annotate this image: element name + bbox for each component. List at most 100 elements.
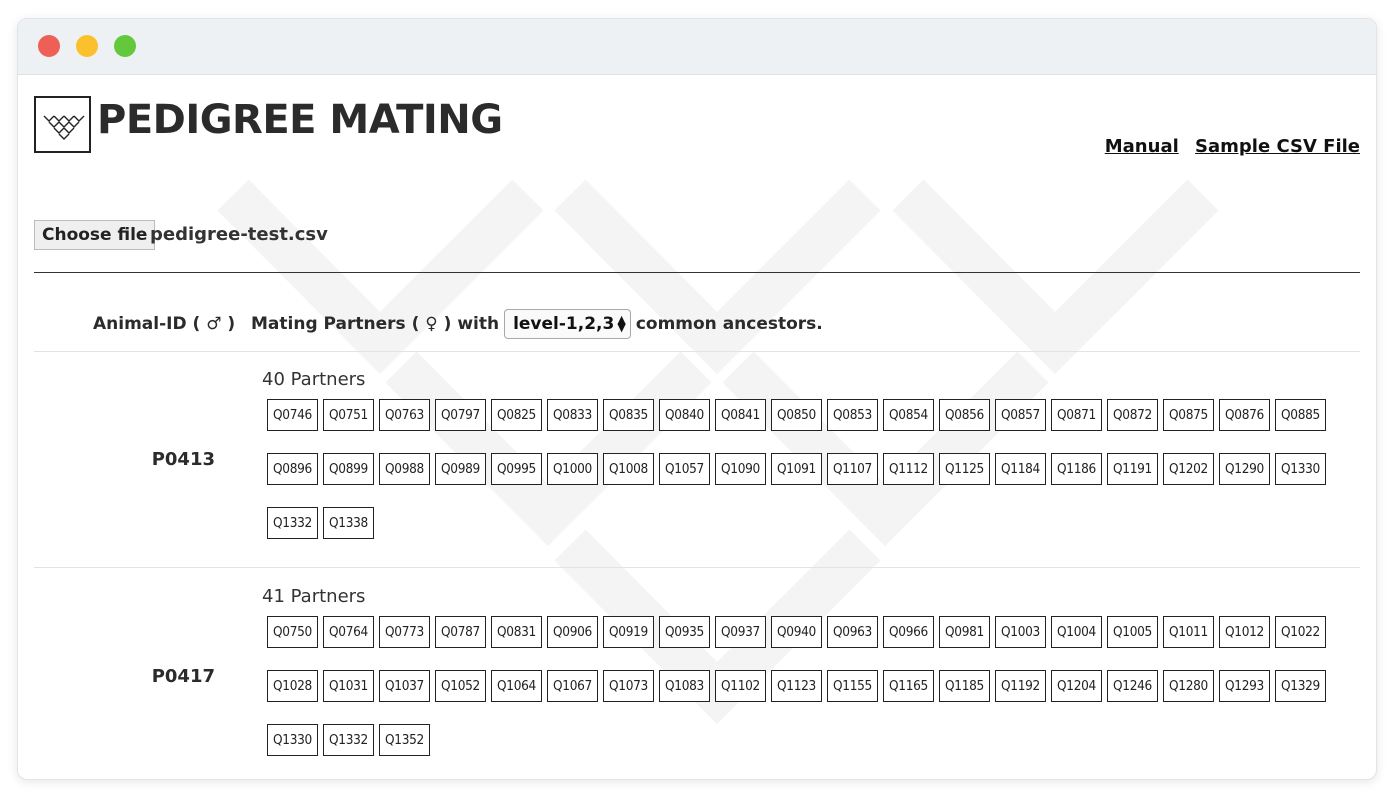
- partner-tag[interactable]: Q0787: [435, 616, 486, 648]
- partner-tag[interactable]: Q0833: [547, 399, 598, 431]
- partner-grid: Q0746 Q0751 Q0763 Q0797 Q0825 Q0833 Q0835 Q0840…: [267, 399, 1357, 539]
- partner-tag[interactable]: Q1012: [1219, 616, 1270, 648]
- partner-tag[interactable]: Q1052: [435, 670, 486, 702]
- row-separator: [34, 567, 1360, 568]
- partner-tag[interactable]: Q0857: [995, 399, 1046, 431]
- partner-tag[interactable]: Q1192: [995, 670, 1046, 702]
- partner-tag[interactable]: Q1083: [659, 670, 710, 702]
- partner-tag[interactable]: Q1352: [379, 724, 430, 756]
- header-links: Manual Sample CSV File: [1095, 136, 1360, 157]
- partner-tag[interactable]: Q1011: [1163, 616, 1214, 648]
- partner-tag[interactable]: Q1028: [267, 670, 318, 702]
- partner-tag[interactable]: Q1037: [379, 670, 430, 702]
- partner-tag[interactable]: Q1332: [267, 507, 318, 539]
- partner-tag[interactable]: Q1165: [883, 670, 934, 702]
- partner-tag[interactable]: Q1290: [1219, 453, 1270, 485]
- partners-count: 40 Partners: [262, 369, 366, 390]
- partner-tag[interactable]: Q0872: [1107, 399, 1158, 431]
- partner-tag[interactable]: Q1102: [715, 670, 766, 702]
- partner-tag[interactable]: Q1057: [659, 453, 710, 485]
- partner-tag[interactable]: Q0963: [827, 616, 878, 648]
- partner-tag[interactable]: Q0856: [939, 399, 990, 431]
- partner-tag[interactable]: Q0746: [267, 399, 318, 431]
- partner-tag[interactable]: Q1202: [1163, 453, 1214, 485]
- partner-tag[interactable]: Q1008: [603, 453, 654, 485]
- partner-tag[interactable]: Q0840: [659, 399, 710, 431]
- partner-tag[interactable]: Q1185: [939, 670, 990, 702]
- partner-tag[interactable]: Q1003: [995, 616, 1046, 648]
- partner-tag[interactable]: Q1329: [1275, 670, 1326, 702]
- partner-tag[interactable]: Q0825: [491, 399, 542, 431]
- partner-tag[interactable]: Q0831: [491, 616, 542, 648]
- close-window-button[interactable]: [38, 35, 60, 57]
- partner-tag[interactable]: Q1000: [547, 453, 598, 485]
- selected-file-name: pedigree-test.csv: [150, 224, 328, 245]
- level-select[interactable]: level-1,2,3 ▲ ▼: [504, 309, 631, 339]
- partner-tag[interactable]: Q1246: [1107, 670, 1158, 702]
- partners-count: 41 Partners: [262, 586, 366, 607]
- partner-tag[interactable]: Q0906: [547, 616, 598, 648]
- partner-tag[interactable]: Q1107: [827, 453, 878, 485]
- partner-tag[interactable]: Q0896: [267, 453, 318, 485]
- partner-tag[interactable]: Q1091: [771, 453, 822, 485]
- partner-tag[interactable]: Q0919: [603, 616, 654, 648]
- partner-tag[interactable]: Q1191: [1107, 453, 1158, 485]
- partner-tag[interactable]: Q0937: [715, 616, 766, 648]
- zoom-window-button[interactable]: [114, 35, 136, 57]
- minimize-window-button[interactable]: [76, 35, 98, 57]
- partner-tag[interactable]: Q0966: [883, 616, 934, 648]
- partner-tag[interactable]: Q1155: [827, 670, 878, 702]
- partner-tag[interactable]: Q1184: [995, 453, 1046, 485]
- partner-tag[interactable]: Q0989: [435, 453, 486, 485]
- partner-tag[interactable]: Q1204: [1051, 670, 1102, 702]
- partner-tag[interactable]: Q0773: [379, 616, 430, 648]
- app-title: PEDIGREE MATING: [97, 97, 503, 143]
- partner-tag[interactable]: Q1022: [1275, 616, 1326, 648]
- manual-link[interactable]: Manual: [1105, 136, 1179, 157]
- partner-tag[interactable]: Q0875: [1163, 399, 1214, 431]
- choose-file-button[interactable]: Choose file: [34, 220, 156, 250]
- partner-tag[interactable]: Q1332: [323, 724, 374, 756]
- partner-tag[interactable]: Q1004: [1051, 616, 1102, 648]
- partner-tag[interactable]: Q0850: [771, 399, 822, 431]
- partner-tag[interactable]: Q1073: [603, 670, 654, 702]
- partner-tag[interactable]: Q1338: [323, 507, 374, 539]
- partner-tag[interactable]: Q0899: [323, 453, 374, 485]
- partner-tag[interactable]: Q0885: [1275, 399, 1326, 431]
- partner-tag[interactable]: Q1330: [1275, 453, 1326, 485]
- partner-tag[interactable]: Q1125: [939, 453, 990, 485]
- sample-csv-link[interactable]: Sample CSV File: [1195, 136, 1360, 157]
- partner-tag[interactable]: Q1031: [323, 670, 374, 702]
- partner-tag[interactable]: Q1005: [1107, 616, 1158, 648]
- partner-tag[interactable]: Q0995: [491, 453, 542, 485]
- partner-tag[interactable]: Q1123: [771, 670, 822, 702]
- partner-tag[interactable]: Q0763: [379, 399, 430, 431]
- row-separator: [34, 351, 1360, 352]
- main-content: PEDIGREE MATING Manual Sample CSV File C…: [34, 75, 1360, 779]
- partner-tag[interactable]: Q0854: [883, 399, 934, 431]
- partner-tag[interactable]: Q0876: [1219, 399, 1270, 431]
- partner-tag[interactable]: Q0764: [323, 616, 374, 648]
- partner-tag[interactable]: Q0935: [659, 616, 710, 648]
- partner-tag[interactable]: Q0835: [603, 399, 654, 431]
- partner-tag[interactable]: Q0797: [435, 399, 486, 431]
- partner-tag[interactable]: Q0940: [771, 616, 822, 648]
- partner-tag[interactable]: Q1112: [883, 453, 934, 485]
- partner-tag[interactable]: Q0981: [939, 616, 990, 648]
- pedigree-chevrons-logo-icon: [34, 96, 91, 153]
- animal-id-column-header: Animal-ID ( ♂ ): [93, 314, 236, 334]
- partner-tag[interactable]: Q0841: [715, 399, 766, 431]
- partner-tag[interactable]: Q1090: [715, 453, 766, 485]
- partner-tag[interactable]: Q1293: [1219, 670, 1270, 702]
- partner-tag[interactable]: Q0871: [1051, 399, 1102, 431]
- partner-tag[interactable]: Q0853: [827, 399, 878, 431]
- partner-tag[interactable]: Q1330: [267, 724, 318, 756]
- partner-tag[interactable]: Q0988: [379, 453, 430, 485]
- partner-tag[interactable]: Q1280: [1163, 670, 1214, 702]
- partner-tag[interactable]: Q1064: [491, 670, 542, 702]
- partner-tag[interactable]: Q0750: [267, 616, 318, 648]
- partner-tag[interactable]: Q1067: [547, 670, 598, 702]
- animal-id-p0413: P0413: [151, 449, 215, 470]
- partner-tag[interactable]: Q1186: [1051, 453, 1102, 485]
- partner-tag[interactable]: Q0751: [323, 399, 374, 431]
